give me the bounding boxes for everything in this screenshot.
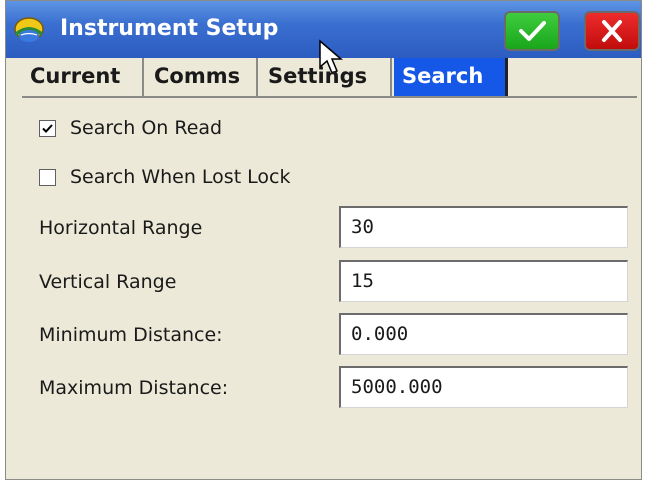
search-when-lost-lock-checkbox[interactable] xyxy=(39,168,56,186)
ok-button[interactable] xyxy=(504,11,560,51)
minimum-distance-label: Minimum Distance: xyxy=(39,324,223,346)
vertical-range-input[interactable]: 15 xyxy=(339,260,628,302)
window-title: Instrument Setup xyxy=(60,16,279,41)
tab-current[interactable]: Current xyxy=(22,58,144,96)
search-on-read-checkbox[interactable] xyxy=(39,119,56,137)
tab-settings[interactable]: Settings xyxy=(260,58,392,96)
checkmark-icon xyxy=(519,21,546,41)
check-icon xyxy=(42,123,53,133)
helmet-globe-icon xyxy=(14,17,44,42)
vertical-range-label: Vertical Range xyxy=(39,271,177,293)
title-bar: Instrument Setup xyxy=(6,1,641,74)
maximum-distance-input[interactable]: 5000.000 xyxy=(339,366,628,408)
search-when-lost-lock-label: Search When Lost Lock xyxy=(70,166,291,188)
close-icon xyxy=(602,20,622,42)
cancel-button[interactable] xyxy=(584,11,640,51)
tab-search[interactable]: Search xyxy=(394,58,508,96)
search-on-read-label: Search On Read xyxy=(70,117,223,139)
search-when-lost-lock-option[interactable]: Search When Lost Lock xyxy=(39,164,291,190)
maximum-distance-label: Maximum Distance: xyxy=(39,377,229,399)
instrument-setup-window: Instrument Setup Current Comms Settings … xyxy=(5,0,642,480)
tab-comms[interactable]: Comms xyxy=(146,58,258,96)
search-on-read-option[interactable]: Search On Read xyxy=(39,115,222,141)
horizontal-range-label: Horizontal Range xyxy=(39,217,203,239)
tab-divider xyxy=(22,96,637,98)
minimum-distance-input[interactable]: 0.000 xyxy=(339,313,628,355)
horizontal-range-input[interactable]: 30 xyxy=(339,206,628,248)
